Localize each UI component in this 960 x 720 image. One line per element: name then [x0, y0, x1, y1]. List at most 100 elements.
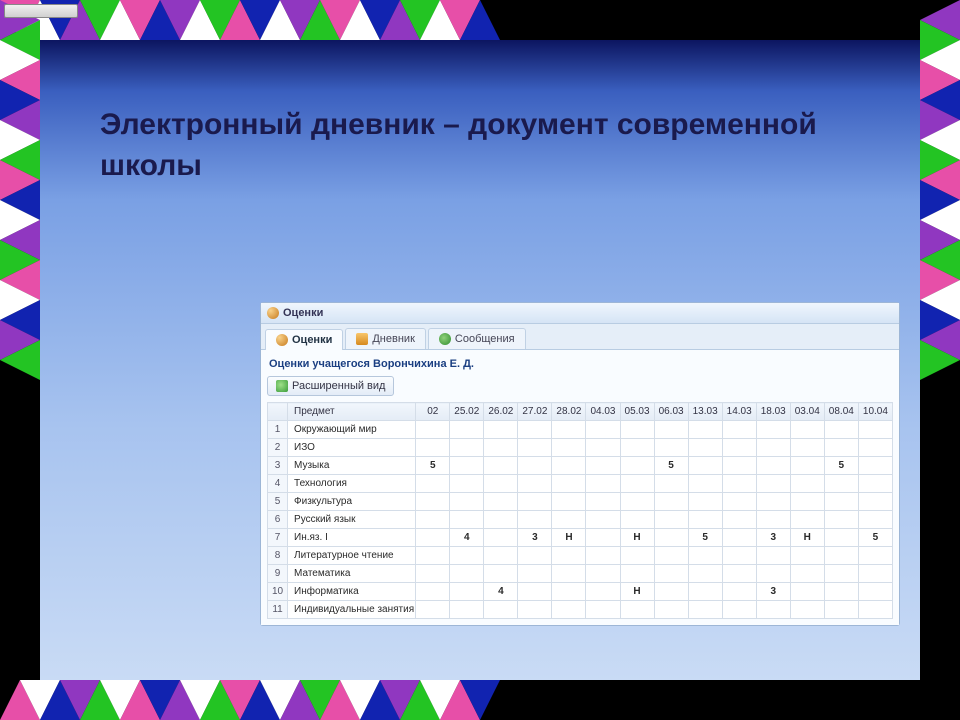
grade-cell[interactable]	[688, 583, 722, 601]
grade-cell[interactable]	[756, 493, 790, 511]
grade-cell[interactable]	[416, 547, 450, 565]
grade-cell[interactable]	[518, 583, 552, 601]
grade-cell[interactable]	[790, 511, 824, 529]
grade-cell[interactable]: 3	[518, 529, 552, 547]
grade-cell[interactable]	[416, 529, 450, 547]
grade-cell[interactable]	[450, 565, 484, 583]
grade-cell[interactable]	[586, 439, 620, 457]
grade-cell[interactable]	[586, 475, 620, 493]
grade-cell[interactable]	[552, 493, 586, 511]
grade-cell[interactable]	[688, 547, 722, 565]
grade-cell[interactable]	[416, 493, 450, 511]
grade-cell[interactable]	[654, 601, 688, 619]
grade-cell[interactable]	[416, 565, 450, 583]
grade-cell[interactable]	[450, 511, 484, 529]
grade-cell[interactable]	[722, 547, 756, 565]
grade-cell[interactable]	[790, 565, 824, 583]
grade-cell[interactable]	[654, 511, 688, 529]
grade-cell[interactable]	[586, 547, 620, 565]
grade-cell[interactable]	[416, 475, 450, 493]
grade-cell[interactable]	[416, 511, 450, 529]
grade-cell[interactable]	[688, 601, 722, 619]
grade-cell[interactable]	[586, 511, 620, 529]
grade-cell[interactable]	[518, 457, 552, 475]
grade-cell[interactable]	[484, 511, 518, 529]
grade-cell[interactable]	[858, 547, 892, 565]
grade-cell[interactable]	[518, 511, 552, 529]
grade-cell[interactable]	[518, 475, 552, 493]
grade-cell[interactable]	[756, 601, 790, 619]
grade-cell[interactable]: Н	[552, 529, 586, 547]
grade-cell[interactable]	[722, 493, 756, 511]
grade-cell[interactable]	[824, 601, 858, 619]
grade-cell[interactable]	[858, 475, 892, 493]
grade-cell[interactable]	[654, 529, 688, 547]
grade-cell[interactable]	[484, 421, 518, 439]
grade-cell[interactable]	[416, 439, 450, 457]
grade-cell[interactable]	[824, 583, 858, 601]
grade-cell[interactable]	[756, 547, 790, 565]
grade-cell[interactable]	[620, 493, 654, 511]
grade-cell[interactable]	[824, 565, 858, 583]
grade-cell[interactable]	[586, 421, 620, 439]
grade-cell[interactable]	[824, 511, 858, 529]
grade-cell[interactable]	[450, 583, 484, 601]
tab-grades[interactable]: Оценки	[265, 329, 343, 350]
grade-cell[interactable]	[552, 511, 586, 529]
grade-cell[interactable]	[858, 457, 892, 475]
grade-cell[interactable]	[552, 421, 586, 439]
grade-cell[interactable]	[858, 439, 892, 457]
grade-cell[interactable]	[688, 565, 722, 583]
grade-cell[interactable]	[688, 511, 722, 529]
grade-cell[interactable]	[552, 601, 586, 619]
grade-cell[interactable]	[756, 475, 790, 493]
grade-cell[interactable]	[620, 475, 654, 493]
grade-cell[interactable]	[824, 493, 858, 511]
grade-cell[interactable]	[790, 583, 824, 601]
grade-cell[interactable]	[722, 601, 756, 619]
grade-cell[interactable]	[722, 511, 756, 529]
grade-cell[interactable]	[756, 421, 790, 439]
grade-cell[interactable]	[688, 421, 722, 439]
grade-cell[interactable]	[790, 457, 824, 475]
grade-cell[interactable]	[824, 475, 858, 493]
grade-cell[interactable]	[824, 421, 858, 439]
grade-cell[interactable]	[654, 547, 688, 565]
grade-cell[interactable]	[450, 475, 484, 493]
grade-cell[interactable]: 5	[416, 457, 450, 475]
grade-cell[interactable]	[790, 601, 824, 619]
grade-cell[interactable]	[620, 547, 654, 565]
grade-cell[interactable]	[518, 493, 552, 511]
grade-cell[interactable]	[450, 421, 484, 439]
grade-cell[interactable]	[858, 601, 892, 619]
grade-cell[interactable]	[858, 421, 892, 439]
grade-cell[interactable]: Н	[620, 529, 654, 547]
grade-cell[interactable]	[688, 475, 722, 493]
grade-cell[interactable]	[586, 601, 620, 619]
grade-cell[interactable]	[484, 475, 518, 493]
grade-cell[interactable]: 5	[858, 529, 892, 547]
grade-cell[interactable]	[722, 439, 756, 457]
grade-cell[interactable]	[756, 511, 790, 529]
grade-cell[interactable]	[518, 421, 552, 439]
grade-cell[interactable]	[756, 457, 790, 475]
grade-cell[interactable]	[620, 601, 654, 619]
grade-cell[interactable]	[552, 565, 586, 583]
grade-cell[interactable]	[450, 547, 484, 565]
grade-cell[interactable]	[620, 457, 654, 475]
grade-cell[interactable]: Н	[790, 529, 824, 547]
grade-cell[interactable]: 5	[688, 529, 722, 547]
grade-cell[interactable]	[654, 565, 688, 583]
grade-cell[interactable]	[858, 583, 892, 601]
expand-view-button[interactable]: Расширенный вид	[267, 376, 394, 396]
grade-cell[interactable]: 3	[756, 529, 790, 547]
grade-cell[interactable]	[654, 583, 688, 601]
grade-cell[interactable]: 4	[484, 583, 518, 601]
grade-cell[interactable]	[790, 421, 824, 439]
grade-cell[interactable]	[518, 601, 552, 619]
grade-cell[interactable]: 5	[654, 457, 688, 475]
grade-cell[interactable]	[416, 583, 450, 601]
grade-cell[interactable]	[450, 493, 484, 511]
grade-cell[interactable]	[450, 601, 484, 619]
grade-cell[interactable]: 5	[824, 457, 858, 475]
